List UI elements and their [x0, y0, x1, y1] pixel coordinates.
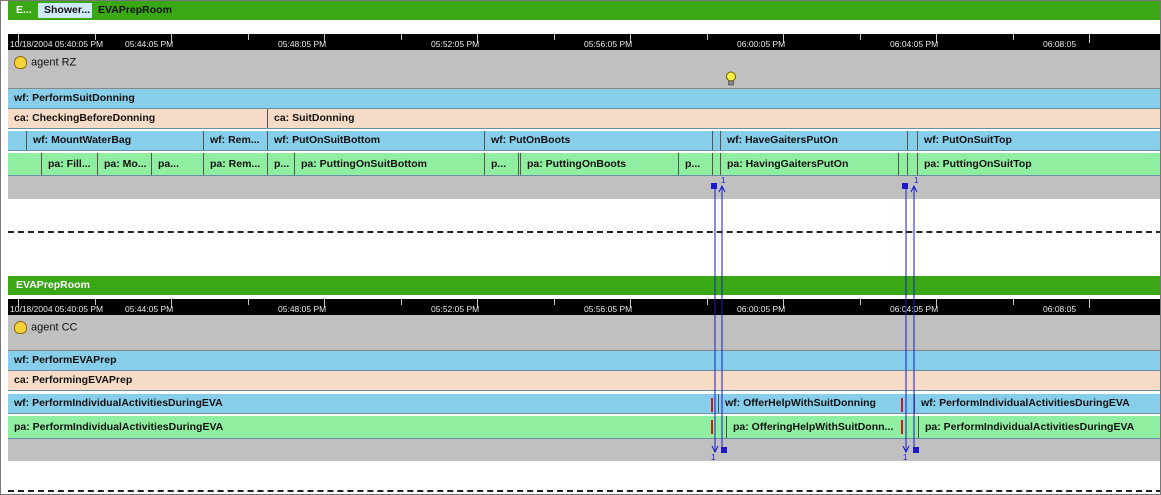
comm-endpoint[interactable] [711, 183, 717, 189]
comm-endpoint[interactable] [721, 447, 727, 453]
arrow-label: 1 [711, 453, 716, 462]
communication-arrows: 1 1 1 1 [711, 176, 919, 462]
activity-timeline-viewer: E... Shower... EVAPrepRoom 10/18/2004 05… [0, 0, 1161, 495]
arrow-label: 1 [903, 453, 908, 462]
comm-endpoint[interactable] [913, 447, 919, 453]
arrow-label: 1 [914, 176, 919, 185]
arrow-label: 1 [721, 176, 726, 185]
comm-endpoint[interactable] [902, 183, 908, 189]
